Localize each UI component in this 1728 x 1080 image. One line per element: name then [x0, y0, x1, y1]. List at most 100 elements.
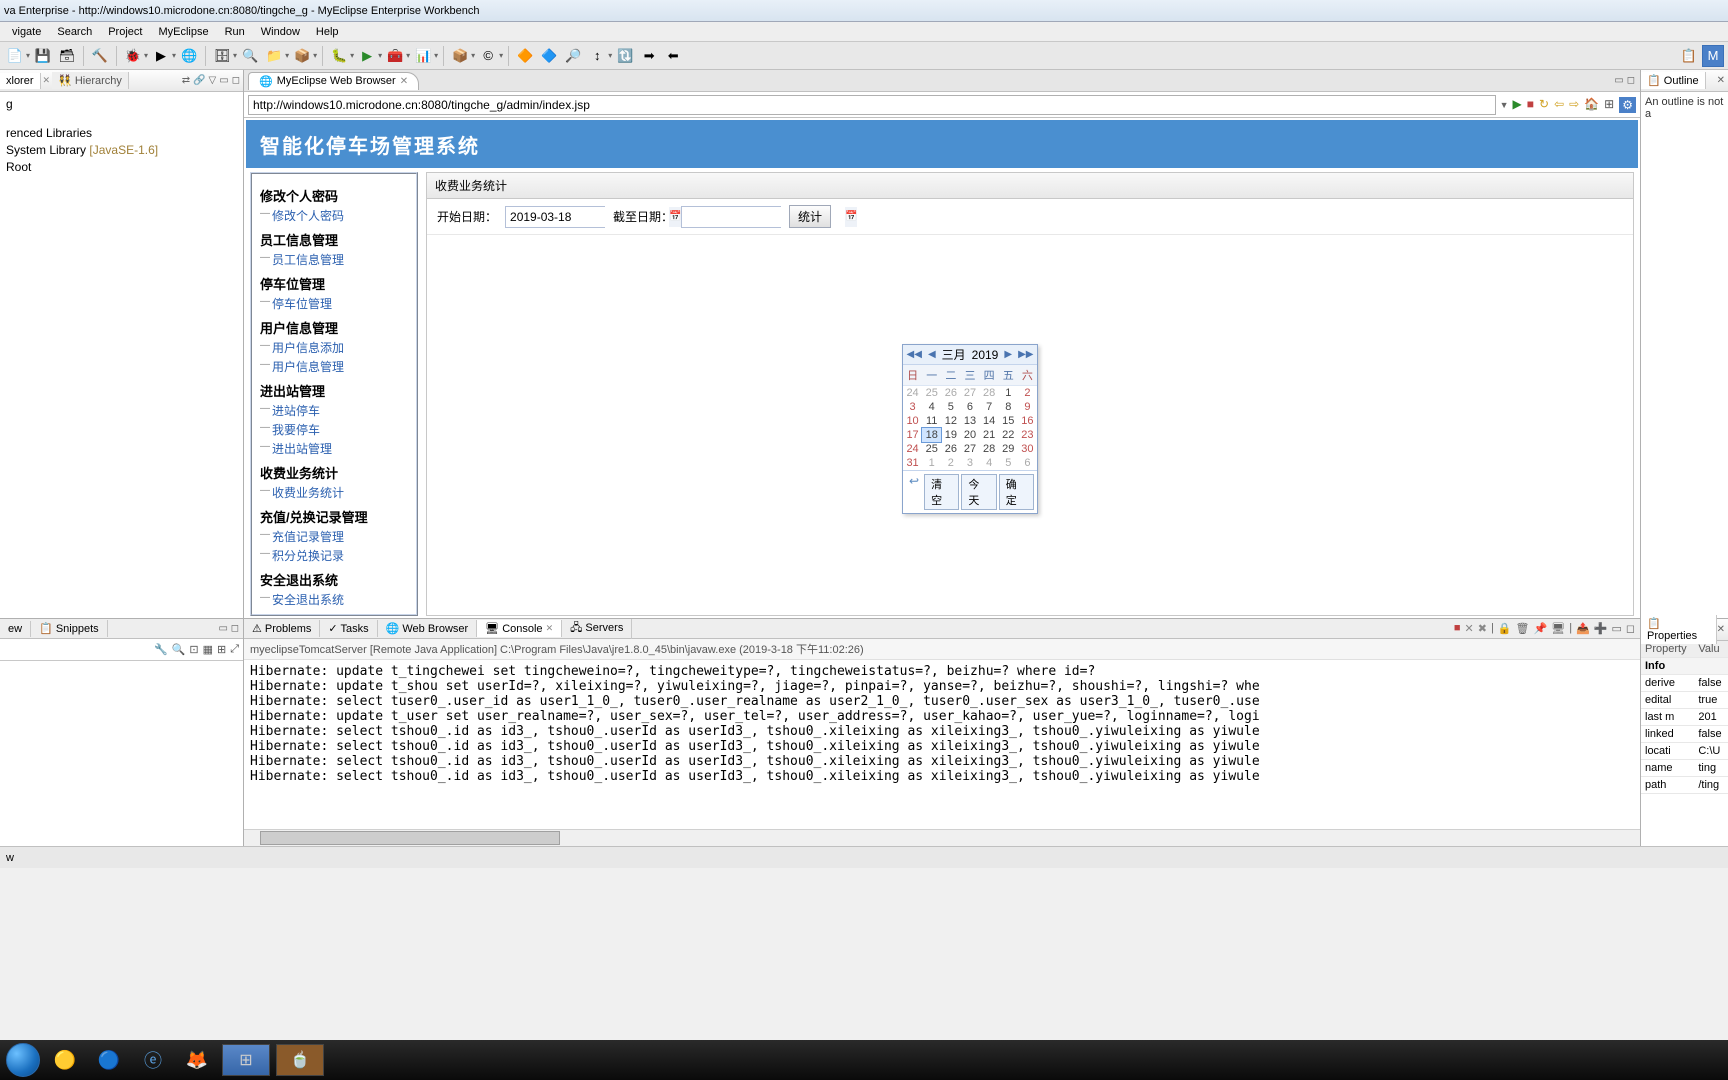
calendar-day[interactable]: 2	[941, 456, 960, 470]
expand-icon[interactable]: ⤢	[230, 643, 239, 656]
calendar-day[interactable]: 16	[1018, 414, 1037, 428]
tab-explorer[interactable]: xlorer	[0, 73, 41, 89]
run-icon[interactable]: ▶	[356, 45, 378, 67]
calendar-day[interactable]: 27	[960, 442, 979, 456]
calendar-day[interactable]: 11	[922, 414, 941, 428]
run-server-icon[interactable]: ▶	[150, 45, 172, 67]
sidebar-link[interactable]: 用户信息管理	[260, 358, 408, 375]
start-button[interactable]	[6, 1043, 40, 1077]
calendar-day[interactable]: 18	[921, 427, 942, 443]
tab-problems[interactable]: ⚠ Problems	[244, 620, 320, 637]
sidebar-link[interactable]: 停车位管理	[260, 295, 408, 312]
close-icon[interactable]: ✕	[43, 75, 51, 86]
display-icon[interactable]: 🖥	[1551, 622, 1565, 635]
sidebar-link[interactable]: 修改个人密码	[260, 207, 408, 224]
stat-button[interactable]: 统计	[789, 205, 831, 228]
calendar-day[interactable]: 26	[941, 386, 960, 400]
new-console-icon[interactable]: ➕	[1594, 622, 1608, 635]
calendar-day[interactable]: 26	[941, 442, 960, 456]
calendar-day[interactable]: 30	[1018, 442, 1037, 456]
zoom-icon[interactable]: 🔍	[172, 643, 186, 656]
max-icon[interactable]: ◻	[1626, 622, 1635, 635]
sidebar-link[interactable]: 充值记录管理	[260, 528, 408, 545]
search-icon[interactable]: 🔍	[239, 45, 261, 67]
tab-properties[interactable]: 📋 Properties	[1641, 615, 1717, 644]
tab-outline[interactable]: 📋 Outline	[1641, 72, 1706, 89]
package-icon[interactable]: 📦	[291, 45, 313, 67]
minimize-icon[interactable]: ▭	[219, 75, 228, 86]
filter-icon[interactable]: 🔃	[614, 45, 636, 67]
go-icon[interactable]: ▶	[1513, 97, 1522, 113]
next-year-icon[interactable]: ▶▶	[1018, 349, 1033, 360]
remove-all-icon[interactable]: ✖	[1478, 622, 1487, 635]
back-icon[interactable]: ⇦	[1554, 97, 1564, 113]
calendar-day[interactable]: 20	[960, 428, 979, 442]
calendar-day[interactable]: 25	[922, 386, 941, 400]
calendar-day[interactable]: 29	[999, 442, 1018, 456]
clear-console-icon[interactable]: 🗑	[1516, 622, 1530, 635]
sidebar-link[interactable]: 收费业务统计	[260, 484, 408, 501]
tool-icon[interactable]: 🔧	[154, 643, 168, 656]
globe-icon[interactable]: 🌐	[178, 45, 200, 67]
calendar-day[interactable]: 19	[941, 428, 960, 442]
calendar-day[interactable]: 9	[1018, 400, 1037, 414]
project-tree[interactable]: g renced Libraries System Library [JavaS…	[0, 92, 243, 180]
calendar-day[interactable]: 8	[999, 400, 1018, 414]
taskbar-myeclipse[interactable]: ⊞	[222, 1044, 270, 1076]
prev-icon[interactable]: ⬅	[662, 45, 684, 67]
menu-search[interactable]: Search	[49, 26, 100, 38]
calendar-day[interactable]: 24	[903, 442, 922, 456]
calendar-day[interactable]: 17	[903, 428, 922, 442]
new-pkg-icon[interactable]: 📦	[449, 45, 471, 67]
stop-icon[interactable]: ■	[1527, 97, 1534, 113]
search-java-icon[interactable]: 🔎	[562, 45, 584, 67]
url-input[interactable]	[248, 95, 1496, 115]
maximize-icon[interactable]: ◻	[232, 75, 240, 86]
sidebar-link[interactable]: 用户信息添加	[260, 339, 408, 356]
calendar-day[interactable]: 13	[960, 414, 979, 428]
calendar-day[interactable]: 23	[1018, 428, 1037, 442]
cal-today-button[interactable]: 今天	[961, 474, 996, 510]
tree-item[interactable]: System Library [JavaSE-1.6]	[6, 142, 237, 159]
sidebar-link[interactable]: 进站停车	[260, 402, 408, 419]
console-hscroll[interactable]	[244, 829, 1640, 846]
grid-icon[interactable]: ▦	[203, 643, 213, 656]
calendar-day[interactable]: 6	[1018, 456, 1037, 470]
save-icon[interactable]: 💾	[32, 45, 54, 67]
coverage-icon[interactable]: 📊	[412, 45, 434, 67]
edge-icon[interactable]: 🔵	[90, 1045, 128, 1075]
menu-run[interactable]: Run	[217, 26, 253, 38]
calendar-day[interactable]: 15	[999, 414, 1018, 428]
open-type-icon[interactable]: 🔶	[514, 45, 536, 67]
cal-ok-button[interactable]: 确定	[999, 474, 1034, 510]
calendar-day[interactable]: 5	[999, 456, 1018, 470]
sidebar-link[interactable]: 进出站管理	[260, 440, 408, 457]
chrome-icon[interactable]: 🟡	[46, 1045, 84, 1075]
new-class-icon[interactable]: ©	[477, 45, 499, 67]
minimize-icon[interactable]: ▭	[1614, 75, 1623, 86]
calendar-day[interactable]: 1	[922, 456, 941, 470]
open-console-icon[interactable]: 📤	[1576, 622, 1590, 635]
calendar-day[interactable]: 5	[941, 400, 960, 414]
sidebar-link[interactable]: 积分兑换记录	[260, 547, 408, 564]
menu-myeclipse[interactable]: MyEclipse	[150, 26, 216, 38]
db-icon[interactable]: 🗄	[211, 45, 233, 67]
zoom-fit-icon[interactable]: ⊡	[189, 643, 198, 656]
calendar-day[interactable]: 3	[960, 456, 979, 470]
config-icon[interactable]: ⚙	[1619, 97, 1636, 113]
calendar-day[interactable]: 3	[903, 400, 922, 414]
menu-window[interactable]: Window	[253, 26, 308, 38]
build-icon[interactable]: 🔨	[89, 45, 111, 67]
new-icon[interactable]: 📄	[4, 45, 26, 67]
next-icon[interactable]: ➡	[638, 45, 660, 67]
maximize-icon[interactable]: ◻	[1627, 75, 1635, 86]
start-date-input[interactable]: 📅	[505, 206, 605, 228]
sidebar-link[interactable]: 安全退出系统	[260, 591, 408, 608]
refresh-icon[interactable]: ↻	[1539, 97, 1549, 113]
forward-icon[interactable]: ⇨	[1569, 97, 1579, 113]
calendar-day[interactable]: 27	[960, 386, 979, 400]
calendar-day[interactable]: 28	[980, 386, 999, 400]
fav-icon[interactable]: ⊞	[1604, 97, 1614, 113]
chevron-down-icon[interactable]: ▼	[1500, 100, 1509, 110]
sidebar-link[interactable]: 我要停车	[260, 421, 408, 438]
